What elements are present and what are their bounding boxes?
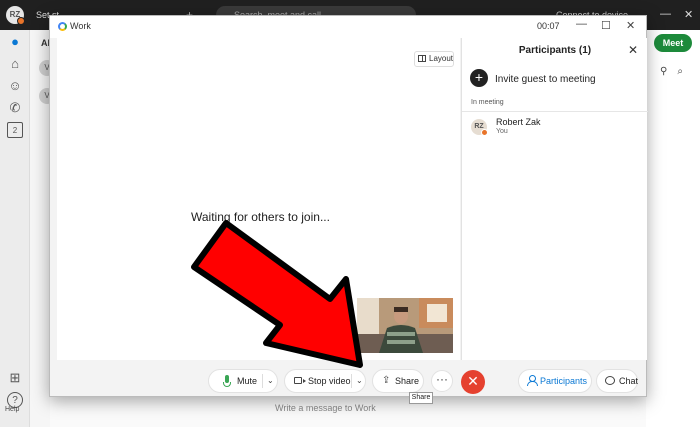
user-avatar[interactable]: RZ: [6, 6, 25, 25]
meeting-title: Work: [70, 21, 91, 31]
microphone-icon: [223, 375, 231, 387]
participants-icon: [527, 375, 538, 386]
app-rail: ● ⌂ ☺ ✆ 2 ⊞ ? Help: [0, 30, 30, 427]
avatar: RZ: [471, 119, 488, 136]
invite-guest-button[interactable]: Invite guest to meeting: [495, 74, 596, 85]
minimize-icon[interactable]: —: [660, 8, 671, 20]
layout-label: Layout: [429, 54, 454, 63]
chat-button[interactable]: Chat: [596, 369, 638, 393]
camera-icon: [294, 377, 306, 384]
meetings-icon[interactable]: 2: [7, 122, 23, 138]
close-icon[interactable]: ✕: [626, 19, 635, 32]
search-icon[interactable]: ⌕: [677, 66, 693, 77]
add-icon[interactable]: +: [470, 69, 488, 87]
calling-icon[interactable]: ✆: [7, 100, 23, 116]
close-icon[interactable]: ✕: [684, 8, 693, 21]
maximize-icon[interactable]: ☐: [601, 19, 611, 32]
divider: [462, 111, 648, 112]
share-icon: ⇪: [382, 375, 391, 386]
meeting-titlebar: Work 00:07 — ☐ ✕: [50, 16, 646, 38]
participants-title: Participants (1): [518, 45, 592, 56]
divider: [262, 374, 263, 388]
divider: [351, 374, 352, 388]
conversation-tools: ⚲⌕: [660, 66, 693, 77]
section-label: In meeting: [471, 99, 504, 106]
more-options-button[interactable]: ···: [431, 370, 453, 392]
meeting-timer: 00:07: [537, 21, 560, 31]
conversation-pane: [646, 30, 700, 427]
teams-icon[interactable]: ⌂: [7, 56, 23, 72]
annotation-arrow: [191, 220, 363, 368]
participant-name: Robert Zak: [496, 117, 541, 127]
chat-label: Chat: [619, 376, 639, 386]
pin-icon[interactable]: ⚲: [660, 66, 677, 77]
participant-subtitle: You: [496, 128, 508, 135]
end-call-button[interactable]: ✕: [461, 370, 485, 394]
self-view-video[interactable]: [357, 298, 453, 353]
help-label: Help: [5, 406, 20, 413]
chat-icon: [605, 376, 615, 385]
participants-label: Participants: [540, 376, 588, 386]
layout-button[interactable]: Layout: [414, 51, 454, 67]
conversation-list: All V V: [30, 30, 55, 427]
share-label: Share: [395, 376, 420, 386]
self-view-image: [357, 298, 453, 353]
contacts-icon[interactable]: ☺: [7, 78, 23, 94]
share-button[interactable]: ⇪ Share: [372, 369, 424, 393]
meet-button[interactable]: Meet: [654, 34, 692, 52]
participants-panel: Participants (1) ✕ + Invite guest to mee…: [461, 38, 648, 360]
layout-icon: [418, 55, 426, 62]
app-logo-icon: [58, 22, 67, 31]
compose-input[interactable]: Write a message to Work: [275, 403, 376, 413]
minimize-icon[interactable]: —: [576, 18, 587, 30]
close-icon: ✕: [467, 373, 479, 389]
participants-button[interactable]: Participants: [518, 369, 592, 393]
share-tooltip: Share: [409, 392, 433, 404]
apps-icon[interactable]: ⊞: [7, 370, 23, 386]
close-icon[interactable]: ✕: [628, 43, 638, 57]
messaging-icon[interactable]: ●: [7, 34, 23, 50]
